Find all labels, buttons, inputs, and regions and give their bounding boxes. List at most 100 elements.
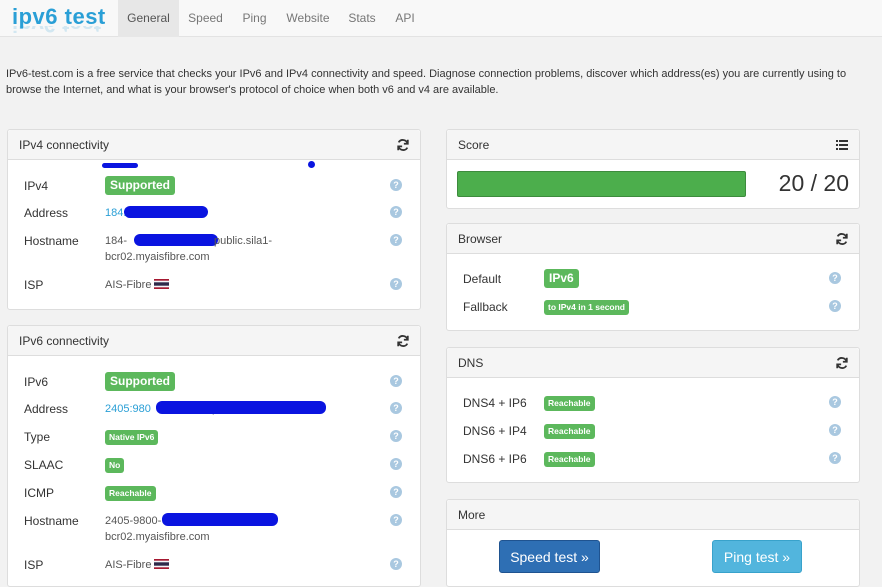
ipv6-slaac-label: SLAAC — [24, 458, 64, 472]
dns-status-badge: Reachable — [544, 396, 595, 411]
redaction-mark — [134, 234, 218, 246]
ipv6-isp-row: ISP AIS-Fibre ? — [24, 558, 408, 574]
ipv6-slaac-row: SLAAC No ? — [24, 458, 408, 474]
help-icon[interactable]: ? — [390, 486, 402, 498]
ipv4-address-label: Address — [24, 206, 69, 220]
ipv4-isp-row: ISP AIS-Fibre ? — [24, 278, 408, 294]
redaction-mark — [102, 163, 138, 168]
dns-row-label: DNS6 + IP4 — [463, 424, 527, 438]
refresh-icon[interactable] — [396, 334, 410, 348]
thailand-flag-icon — [154, 279, 170, 289]
ipv4-status-badge: Supported — [105, 176, 175, 195]
brand-logo-reflection: ipv6 test — [12, 26, 101, 37]
dns-status-badge: Reachable — [544, 424, 595, 439]
ipv6-slaac-badge: No — [105, 458, 125, 473]
ipv6-panel-title: IPv6 connectivity — [19, 334, 110, 348]
help-icon[interactable]: ? — [390, 206, 402, 218]
ipv6-icmp-badge: Reachable — [105, 486, 156, 501]
browser-panel-header: Browser — [447, 224, 859, 254]
redaction-mark — [124, 206, 208, 218]
redaction-mark — [156, 401, 326, 414]
browser-fallback-row: Fallback to IPv4 in 1 second ? — [463, 300, 847, 316]
help-icon[interactable]: ? — [829, 424, 841, 436]
browser-fallback-label: Fallback — [463, 300, 508, 314]
score-panel: Score 20 / 20 — [446, 129, 860, 209]
help-icon[interactable]: ? — [390, 558, 402, 570]
browser-panel: Browser Default IPv6 ? Fallback to IPv4 … — [446, 223, 860, 331]
ipv6-icmp-row: ICMP Reachable ? — [24, 486, 408, 502]
help-icon[interactable]: ? — [390, 430, 402, 442]
ipv6-type-row: Type Native IPv6 ? — [24, 430, 408, 446]
dns-panel-header: DNS — [447, 348, 859, 378]
more-panel: More Speed test » Ping test » — [446, 499, 860, 587]
help-icon[interactable]: ? — [390, 402, 402, 414]
ipv4-hostname-label: Hostname — [24, 234, 79, 248]
ipv6-type-badge: Native IPv6 — [105, 430, 159, 445]
browser-panel-title: Browser — [458, 232, 503, 246]
help-icon[interactable]: ? — [390, 375, 402, 387]
tab-general[interactable]: General — [118, 0, 179, 37]
redaction-mark — [162, 513, 278, 526]
ipv4-hostname-row: Hostname 184- public.sila1- bcr02.myaisf… — [24, 234, 408, 266]
refresh-icon[interactable] — [835, 232, 849, 246]
browser-default-label: Default — [463, 272, 502, 286]
ipv6-hostname-label: Hostname — [24, 514, 79, 528]
thailand-flag-icon — [154, 559, 170, 569]
tab-stats[interactable]: Stats — [339, 0, 385, 37]
ipv6-isp-label: ISP — [24, 558, 44, 572]
help-icon[interactable]: ? — [829, 452, 841, 464]
dns-status-badge: Reachable — [544, 452, 595, 467]
score-panel-title: Score — [458, 138, 490, 152]
ipv4-hostname-line2: bcr02.myaisfibre.com — [105, 251, 210, 263]
ping-test-button[interactable]: Ping test » — [712, 540, 802, 573]
dns-row: DNS6 + IP4 Reachable ? — [463, 424, 847, 440]
more-panel-header: More — [447, 500, 859, 530]
more-panel-title: More — [458, 508, 486, 522]
ipv4-row: IPv4 Supported ? — [24, 176, 408, 196]
help-icon[interactable]: ? — [829, 272, 841, 284]
list-icon[interactable] — [836, 140, 848, 150]
help-icon[interactable]: ? — [390, 514, 402, 526]
ipv6-isp-value: AIS-Fibre — [105, 558, 170, 573]
ipv4-hostname-part2: public.sila1- — [214, 235, 273, 247]
browser-fallback-badge: to IPv4 in 1 second — [544, 300, 629, 315]
ipv6-type-label: Type — [24, 430, 51, 444]
ipv6-icmp-label: ICMP — [24, 486, 54, 500]
ipv6-address-value[interactable]: 2405:980 — [105, 402, 151, 417]
intro-text: IPv6-test.com is a free service that che… — [6, 68, 847, 96]
help-icon[interactable]: ? — [390, 458, 402, 470]
refresh-icon[interactable] — [396, 138, 410, 152]
tab-website[interactable]: Website — [277, 0, 339, 37]
ipv4-isp-text: AIS-Fibre — [105, 279, 152, 291]
ipv6-isp-text: AIS-Fibre — [105, 559, 152, 571]
dns-row-label: DNS4 + IP6 — [463, 396, 527, 410]
score-value: 20 / 20 — [778, 170, 849, 196]
help-icon[interactable]: ? — [390, 278, 402, 290]
ipv6-address-row: Address 2405:980 public.sila1 ? — [24, 401, 408, 418]
score-progress-bar — [457, 171, 746, 197]
help-icon[interactable]: ? — [829, 300, 841, 312]
dns-row: DNS4 + IP6 Reachable ? — [463, 396, 847, 412]
help-icon[interactable]: ? — [829, 396, 841, 408]
navbar: ipv6 test ipv6 test General Speed Ping W… — [0, 0, 882, 37]
ipv4-hostname-part1: 184- — [105, 235, 128, 247]
speed-test-button[interactable]: Speed test » — [499, 540, 600, 573]
tab-api[interactable]: API — [385, 0, 425, 37]
browser-default-badge: IPv6 — [544, 269, 579, 288]
ipv4-isp-value: AIS-Fibre — [105, 278, 170, 293]
dns-row-label: DNS6 + IP6 — [463, 452, 527, 466]
help-icon[interactable]: ? — [390, 234, 402, 246]
dns-row: DNS6 + IP6 Reachable ? — [463, 452, 847, 468]
ipv4-address-row: Address 184. ? — [24, 206, 408, 222]
ipv4-isp-label: ISP — [24, 278, 44, 292]
refresh-icon[interactable] — [835, 356, 849, 370]
ipv6-status-badge: Supported — [105, 372, 175, 391]
ipv6-hostname-part1: 2405-9800- — [105, 515, 162, 527]
dns-panel-title: DNS — [458, 356, 484, 370]
tab-speed[interactable]: Speed — [179, 0, 232, 37]
tab-ping[interactable]: Ping — [232, 0, 277, 37]
ipv6-hostname-row: Hostname 2405-9800- bcr02.myaisfibre.com… — [24, 513, 408, 546]
help-icon[interactable]: ? — [390, 179, 402, 191]
ipv6-panel: IPv6 connectivity IPv6 Supported ? Addre… — [7, 325, 421, 587]
ipv6-address-label: Address — [24, 402, 69, 416]
